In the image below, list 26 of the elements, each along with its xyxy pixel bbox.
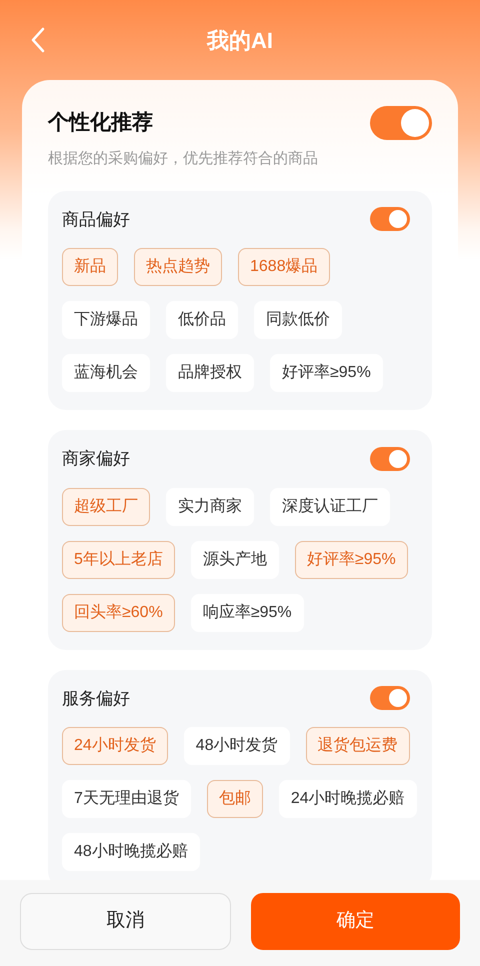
toggle-switch[interactable]: [370, 106, 432, 140]
cancel-button[interactable]: 取消: [20, 893, 231, 950]
preference-tag[interactable]: 24小时晚揽必赔: [278, 780, 417, 818]
preference-tag[interactable]: 好评率≥95%: [270, 354, 383, 392]
preference-tag[interactable]: 蓝海机会: [62, 354, 150, 392]
preference-tag[interactable]: 响应率≥95%: [190, 594, 304, 632]
preference-tag[interactable]: 深度认证工厂: [270, 488, 390, 526]
toggle-switch[interactable]: [370, 446, 410, 471]
preference-title: 商家偏好: [62, 448, 130, 470]
preference-tag[interactable]: 品牌授权: [166, 354, 254, 392]
section-title: 个性化推荐: [48, 110, 153, 136]
preference-tag[interactable]: 48小时晚揽必赔: [62, 833, 200, 871]
preference-tag[interactable]: 7天无理由退货: [62, 780, 191, 818]
preference-tag[interactable]: 同款低价: [254, 301, 342, 339]
back-icon[interactable]: [30, 27, 46, 53]
preference-tag[interactable]: 实力商家: [166, 488, 254, 526]
preference-tag[interactable]: 低价品: [166, 301, 238, 339]
preference-title: 商品偏好: [62, 208, 130, 230]
description: 根据您的采购偏好，优先推荐符合的商品: [48, 149, 319, 169]
preference-tag[interactable]: 48小时发货: [184, 727, 290, 765]
preference-tag[interactable]: 源头产地: [190, 540, 279, 578]
toggle-switch[interactable]: [370, 207, 410, 232]
preference-title: 服务偏好: [62, 688, 130, 710]
toggle-switch[interactable]: [370, 686, 410, 710]
preference-tag[interactable]: 下游爆品: [62, 301, 150, 339]
page-title: 我的AI: [207, 26, 273, 54]
